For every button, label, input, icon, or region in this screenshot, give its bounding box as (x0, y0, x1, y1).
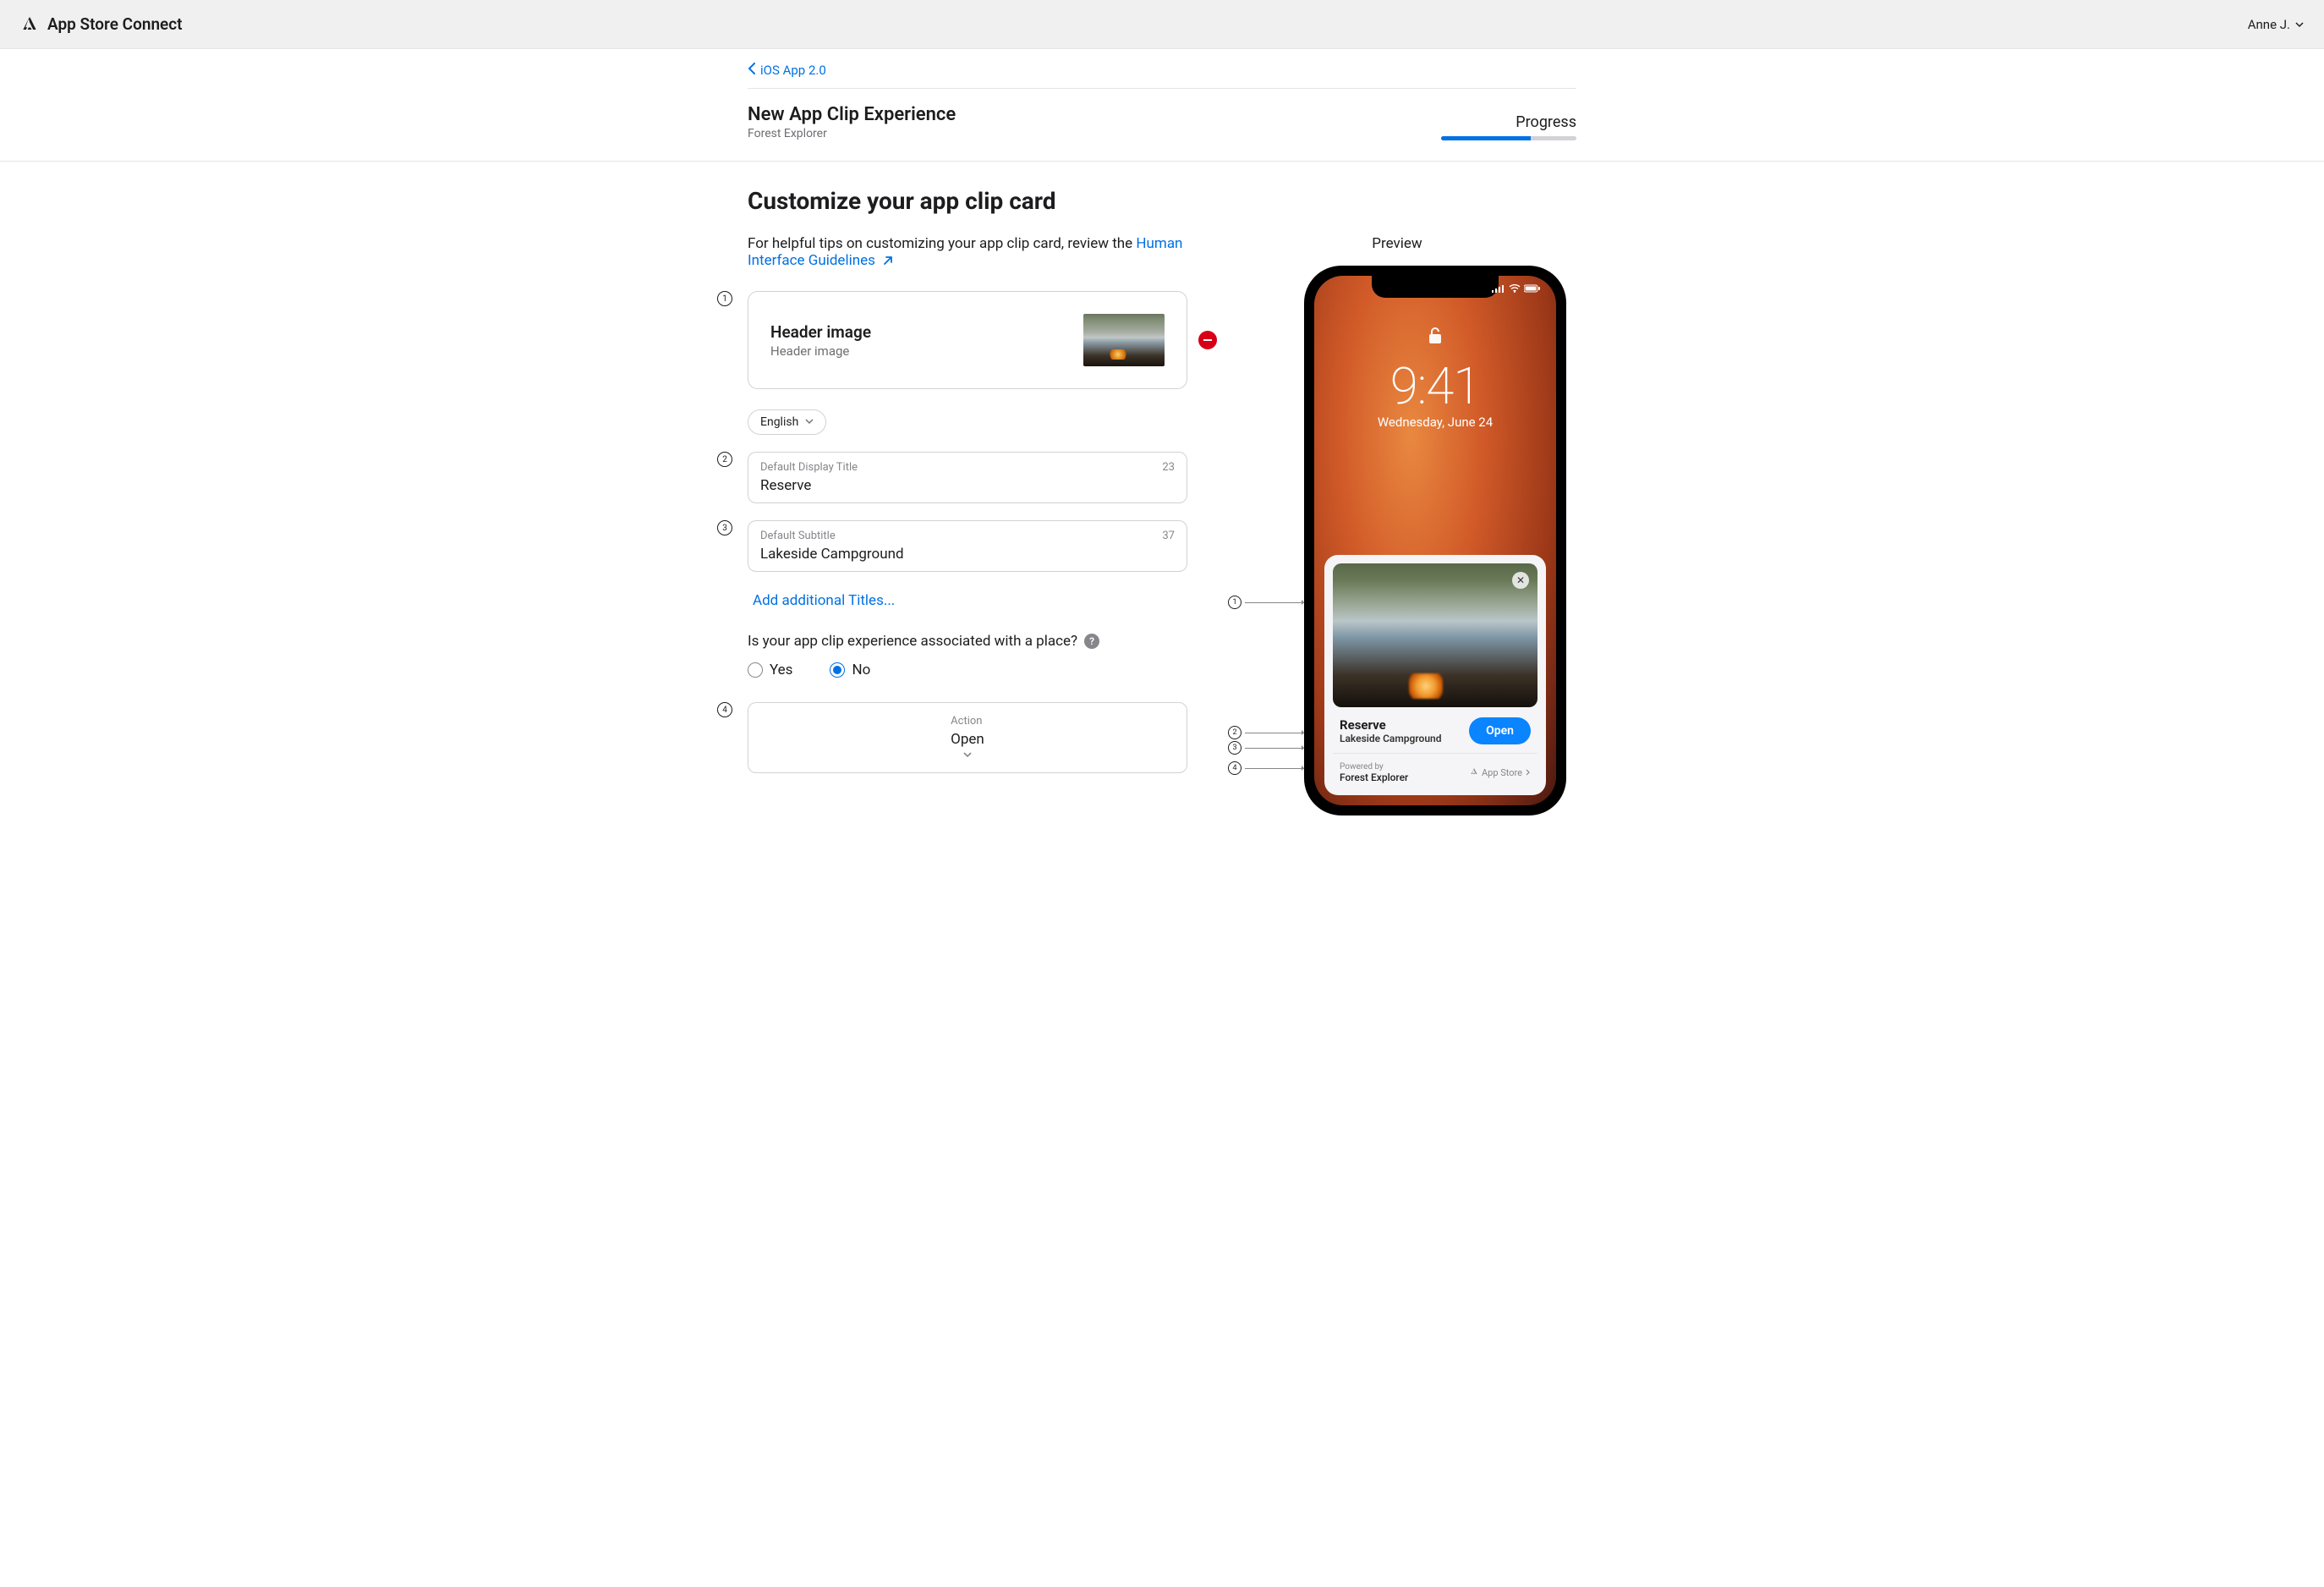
callout-num-2: 2 (1228, 726, 1241, 739)
clip-card-image: ✕ (1333, 563, 1537, 707)
brand: App Store Connect (20, 14, 183, 34)
chevron-left-icon (748, 63, 755, 78)
preview-column: Preview 1 2 3 4 (1218, 235, 1576, 819)
step-number-2: 2 (717, 452, 732, 467)
action-value: Open (951, 728, 984, 748)
display-title-input[interactable] (760, 474, 1175, 494)
subtitle-input[interactable] (760, 542, 1175, 563)
phone-notch (1372, 276, 1499, 298)
progress-label: Progress (1390, 113, 1576, 131)
callout-num-1: 1 (1228, 596, 1241, 609)
help-text: For helpful tips on customizing your app… (748, 235, 1187, 271)
step-number-4: 4 (717, 702, 732, 717)
radio-no[interactable]: No (830, 662, 870, 678)
subtitle-label: Default Subtitle (760, 530, 1175, 542)
page-subtitle: Forest Explorer (748, 127, 956, 140)
step-action: 4 Action Open (748, 702, 1187, 773)
place-radios: Yes No (748, 662, 1187, 678)
asc-logo-icon (20, 15, 39, 34)
lock-date: Wednesday, June 24 (1314, 415, 1556, 430)
lock-time: 9:41 (1314, 356, 1556, 416)
chevron-down-icon (2295, 17, 2304, 32)
help-text-prefix: For helpful tips on customizing your app… (748, 235, 1136, 252)
clip-card-subtitle: Lakeside Campground (1340, 733, 1441, 744)
preview-label: Preview (1218, 235, 1576, 252)
external-link-icon (882, 254, 894, 271)
preview-callout-1: 1 (1228, 596, 1306, 609)
subtitle-field[interactable]: Default Subtitle 37 (748, 520, 1187, 572)
chevron-down-icon (805, 415, 814, 429)
progress-bar (1441, 136, 1576, 140)
user-name: Anne J. (2248, 17, 2290, 32)
back-link-label: iOS App 2.0 (760, 63, 826, 78)
subtitle-count: 37 (1162, 530, 1175, 542)
place-question: Is your app clip experience associated w… (748, 633, 1187, 650)
header-image-thumbnail (1083, 314, 1165, 366)
radio-yes-label: Yes (770, 662, 792, 678)
display-title-label: Default Display Title (760, 461, 1175, 474)
language-select[interactable]: English (748, 409, 826, 435)
phone-screen: 9:41 Wednesday, June 24 ✕ (1314, 276, 1556, 805)
lock-screen: 9:41 Wednesday, June 24 (1314, 327, 1556, 430)
step-subtitle: 3 Default Subtitle 37 (748, 520, 1187, 572)
app-clip-card: ✕ Reserve Lakeside Campground Open (1324, 555, 1546, 795)
app-name: App Store Connect (47, 14, 183, 34)
chevron-right-icon (1526, 767, 1531, 778)
header-image-subtitle: Header image (770, 343, 871, 359)
appstore-link-label: App Store (1482, 767, 1522, 778)
wifi-icon (1509, 284, 1521, 295)
step-title: 2 Default Display Title 23 (748, 452, 1187, 503)
appstore-link[interactable]: App Store (1470, 767, 1531, 778)
radio-dot (748, 662, 763, 678)
clip-open-button[interactable]: Open (1469, 717, 1531, 744)
form-column: For helpful tips on customizing your app… (748, 235, 1187, 790)
remove-header-image-button[interactable] (1198, 331, 1217, 349)
place-question-text: Is your app clip experience associated w… (748, 633, 1077, 650)
divider (748, 88, 1576, 89)
step-header-image: 1 Header image Header image (748, 291, 1187, 389)
radio-dot (830, 662, 845, 678)
status-icons (1492, 284, 1541, 295)
top-bar: App Store Connect Anne J. (0, 0, 2324, 49)
step-number-3: 3 (717, 520, 732, 535)
back-link[interactable]: iOS App 2.0 (748, 59, 826, 88)
battery-icon (1524, 284, 1541, 295)
unlock-icon (1314, 327, 1556, 349)
page-title: New App Clip Experience (748, 104, 956, 125)
sub-header: iOS App 2.0 New App Clip Experience Fore… (0, 49, 2324, 162)
chevron-down-icon (962, 748, 973, 764)
campfire-graphic (1409, 673, 1443, 699)
clip-close-button[interactable]: ✕ (1512, 572, 1529, 589)
phone-frame: 9:41 Wednesday, June 24 ✕ (1304, 266, 1566, 815)
callout-num-3: 3 (1228, 741, 1241, 755)
signal-icon (1492, 284, 1505, 295)
radio-yes[interactable]: Yes (748, 662, 792, 678)
progress-fill (1441, 136, 1531, 140)
section-heading: Customize your app clip card (748, 187, 1576, 215)
header-image-card[interactable]: Header image Header image (748, 291, 1187, 389)
callout-num-4: 4 (1228, 761, 1241, 775)
powered-by-value: Forest Explorer (1340, 772, 1408, 783)
clip-card-title: Reserve (1340, 717, 1441, 733)
header-image-title: Header image (770, 322, 871, 342)
progress: Progress (1390, 113, 1576, 140)
appstore-icon (1470, 767, 1478, 778)
step-number-1: 1 (717, 291, 732, 306)
language-value: English (760, 415, 798, 429)
add-titles-link[interactable]: Add additional Titles... (748, 589, 900, 612)
user-menu[interactable]: Anne J. (2248, 17, 2304, 32)
preview-callouts-234: 2 3 4 (1228, 726, 1306, 775)
display-title-field[interactable]: Default Display Title 23 (748, 452, 1187, 503)
powered-by-label: Powered by (1340, 762, 1408, 772)
help-icon[interactable]: ? (1084, 634, 1099, 649)
action-select[interactable]: Action Open (748, 702, 1187, 773)
action-label: Action (951, 715, 982, 728)
display-title-count: 23 (1162, 461, 1175, 474)
radio-no-label: No (852, 662, 870, 678)
